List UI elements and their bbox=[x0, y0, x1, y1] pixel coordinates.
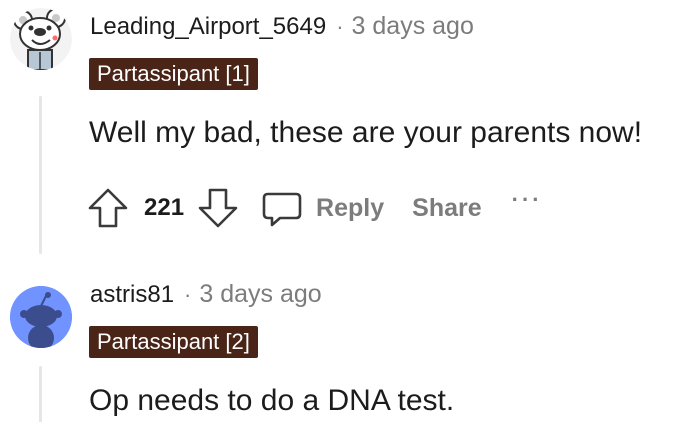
thread-line[interactable] bbox=[39, 96, 42, 254]
comment-actions: 221 Reply Share ··· bbox=[86, 186, 543, 230]
username[interactable]: Leading_Airport_5649 bbox=[90, 13, 326, 41]
user-flair: Partassipant [2] bbox=[89, 326, 258, 358]
more-options-button[interactable]: ··· bbox=[512, 187, 543, 213]
username[interactable]: astris81 bbox=[90, 281, 174, 309]
separator-dot: · bbox=[184, 281, 192, 307]
vote-score: 221 bbox=[144, 194, 185, 221]
comment-header: Leading_Airport_5649 · 3 days ago bbox=[90, 12, 474, 41]
comment-header: astris81 · 3 days ago bbox=[90, 280, 322, 309]
comment-body: Op needs to do a DNA test. bbox=[89, 384, 455, 417]
comment-bubble-icon bbox=[260, 186, 304, 230]
timestamp[interactable]: 3 days ago bbox=[199, 280, 321, 309]
timestamp[interactable]: 3 days ago bbox=[352, 12, 474, 41]
separator-dot: · bbox=[336, 13, 344, 39]
downvote-icon[interactable] bbox=[196, 186, 240, 230]
snoo-default-avatar-icon[interactable] bbox=[10, 286, 72, 348]
comment-body: Well my bad, these are your parents now! bbox=[89, 116, 643, 149]
thread-line[interactable] bbox=[39, 366, 42, 422]
reply-label: Reply bbox=[316, 193, 385, 222]
share-button[interactable]: Share bbox=[412, 194, 481, 223]
user-flair: Partassipant [1] bbox=[89, 58, 258, 90]
koala-avatar-icon[interactable] bbox=[10, 8, 72, 70]
comment-thread: Leading_Airport_5649 · 3 days ago Partas… bbox=[0, 0, 700, 422]
upvote-icon[interactable] bbox=[86, 186, 130, 230]
reply-button[interactable]: Reply bbox=[260, 186, 384, 230]
